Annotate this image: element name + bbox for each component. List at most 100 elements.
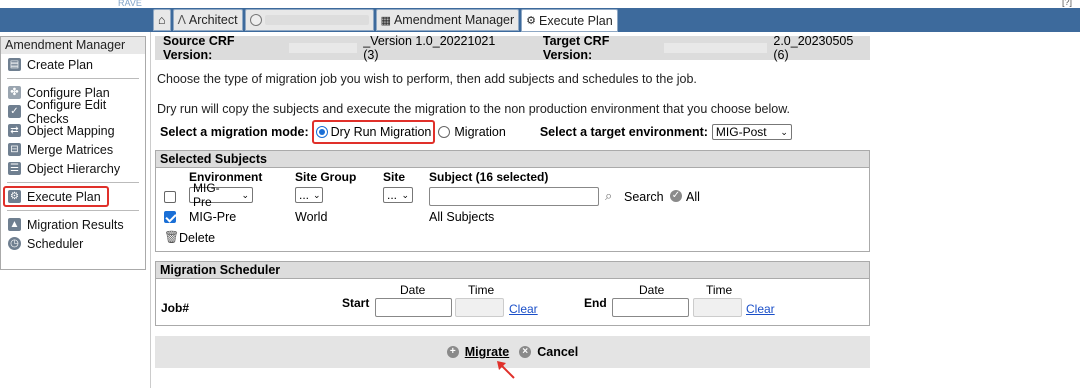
execute-plan-icon: ⚙ — [526, 15, 537, 27]
start-time-input[interactable] — [455, 298, 504, 317]
target-environment-label: Select a target environment: — [539, 125, 708, 139]
job-label: Job# — [161, 301, 190, 315]
crf-version-bar: Source CRF Version: _Version 1.0_2022102… — [155, 34, 870, 62]
sidebar-item-execute-plan[interactable]: ⚙ Execute Plan — [3, 186, 109, 207]
cancel-button[interactable]: Cancel — [537, 345, 578, 359]
sidebar-item-migration-results[interactable]: ▲ Migration Results — [1, 215, 145, 234]
all-link[interactable]: All — [686, 190, 700, 204]
sidebar-item-configure-edit-checks[interactable]: ✓ Configure Edit Checks — [1, 98, 145, 126]
start-time-label: Time — [468, 283, 495, 297]
dry-run-label: Dry Run Migration — [330, 125, 432, 139]
tab-execute-plan[interactable]: ⚙ Execute Plan — [521, 9, 618, 32]
sidebar-item-merge-matrices[interactable]: ⊟ Merge Matrices — [1, 140, 145, 159]
subject-search-input[interactable] — [429, 187, 599, 206]
start-label: Start — [342, 296, 370, 310]
end-label: End — [584, 296, 607, 310]
migration-scheduler-title: Migration Scheduler — [156, 262, 869, 279]
home-icon: ⌂ — [158, 13, 166, 27]
clock-icon: ◷ — [8, 237, 21, 250]
site-filter-value: ... — [387, 188, 398, 202]
sidebar-divider — [7, 210, 139, 211]
search-link[interactable]: Search — [624, 190, 664, 204]
redacted-source-crf — [288, 43, 358, 53]
sidebar-item-scheduler[interactable]: ◷ Scheduler — [1, 234, 145, 253]
tab-architect-label: Architect — [188, 13, 238, 27]
row-environment: MIG-Pre — [189, 210, 237, 224]
chevron-down-icon: ⌄ — [401, 189, 409, 200]
merge-icon: ⊟ — [8, 143, 21, 156]
selected-subjects-panel: Selected Subjects Environment Site Group… — [155, 150, 870, 252]
results-icon: ▲ — [8, 218, 21, 231]
wrench-icon: ✤ — [8, 86, 21, 99]
end-date-input[interactable] — [612, 298, 689, 317]
sidebar-item-label: Merge Matrices — [27, 142, 114, 157]
instruction-text-1: Choose the type of migration job you wis… — [157, 72, 697, 86]
col-site-group: Site Group — [295, 170, 357, 184]
row-site-group: World — [295, 210, 328, 224]
redacted-target-crf — [663, 43, 768, 53]
site-filter[interactable]: ... ⌄ — [383, 187, 413, 203]
all-icon[interactable]: ✓ — [670, 190, 682, 202]
sidebar-item-label: Object Mapping — [27, 123, 115, 138]
select-all-checkbox[interactable] — [164, 191, 176, 203]
start-clear-link[interactable]: Clear — [509, 302, 538, 316]
migration-mode-label: Select a migration mode: — [160, 125, 309, 139]
search-icon[interactable]: ⌕ — [605, 188, 612, 204]
sidebar-item-object-hierarchy[interactable]: ☰ Object Hierarchy — [1, 159, 145, 178]
row-checkbox[interactable] — [164, 211, 176, 223]
globe-icon — [249, 14, 262, 26]
chevron-down-icon: ⌄ — [780, 126, 788, 137]
top-strip: RAVE [?] — [0, 0, 1080, 8]
sidebar-item-label: Object Hierarchy — [27, 161, 121, 176]
top-right-text: [?] — [1061, 0, 1072, 7]
start-date-label: Date — [400, 283, 426, 297]
sidebar-item-label: Migration Results — [27, 217, 124, 232]
col-site: Site — [383, 170, 406, 184]
tab-home[interactable]: ⌂ — [153, 9, 171, 31]
chevron-down-icon: ⌄ — [313, 189, 321, 200]
environment-filter[interactable]: MIG-Pre ⌄ — [189, 181, 253, 209]
hierarchy-icon: ☰ — [8, 162, 21, 175]
col-subject: Subject (16 selected) — [429, 170, 549, 184]
target-environment-select[interactable]: MIG-Post ⌄ — [711, 124, 792, 140]
pointer-arrow-icon — [497, 361, 515, 379]
sidebar-item-label: Configure Edit Checks — [27, 97, 107, 126]
brand-logo: RAVE — [118, 0, 142, 8]
delete-link[interactable]: Delete — [179, 231, 215, 245]
sidebar-item-create-plan[interactable]: ▤ Create Plan — [1, 55, 145, 74]
migration-radio[interactable] — [438, 126, 451, 138]
end-time-input[interactable] — [693, 298, 742, 317]
tab-amendment-manager-label: Amendment Manager — [393, 13, 515, 27]
target-environment-value: MIG-Post — [715, 125, 767, 139]
dry-run-radio[interactable] — [315, 126, 328, 138]
create-plan-icon: ▤ — [8, 58, 21, 71]
site-group-filter[interactable]: ... ⌄ — [295, 187, 323, 203]
target-crf-value: 2.0_20230505 (6) — [773, 34, 854, 62]
sidebar-item-label: Create Plan — [27, 57, 94, 72]
trash-icon[interactable]: 🗑 — [164, 230, 179, 244]
sidebar-divider — [7, 78, 139, 79]
migration-mode-row: Select a migration mode: Dry Run Migrati… — [160, 120, 870, 144]
architect-icon: Λ — [177, 13, 186, 27]
sidebar-item-label: Execute Plan — [27, 189, 101, 204]
migrate-button[interactable]: Migrate — [465, 345, 509, 359]
mapping-icon: ⇄ — [8, 124, 21, 137]
dry-run-option[interactable]: Dry Run Migration — [311, 120, 436, 144]
tab-redacted[interactable] — [244, 9, 374, 31]
environment-filter-value: MIG-Pre — [193, 181, 220, 209]
tab-architect[interactable]: Λ Architect — [172, 9, 243, 31]
tab-execute-plan-label: Execute Plan — [539, 13, 613, 28]
content-divider — [150, 32, 151, 388]
target-crf-label: Target CRF Version: — [542, 34, 610, 62]
tab-amendment-manager[interactable]: ▦ Amendment Manager — [375, 9, 520, 31]
sidebar-item-label: Scheduler — [27, 236, 84, 251]
sidebar-divider — [7, 182, 139, 183]
add-icon: + — [446, 346, 459, 358]
start-date-input[interactable] — [375, 298, 452, 317]
site-group-filter-value: ... — [299, 188, 310, 202]
cancel-icon: × — [519, 346, 532, 358]
source-crf-label: Source CRF Version: — [163, 34, 235, 62]
end-clear-link[interactable]: Clear — [746, 302, 775, 316]
selected-subjects-title: Selected Subjects — [156, 151, 869, 168]
row-subject: All Subjects — [429, 210, 495, 224]
